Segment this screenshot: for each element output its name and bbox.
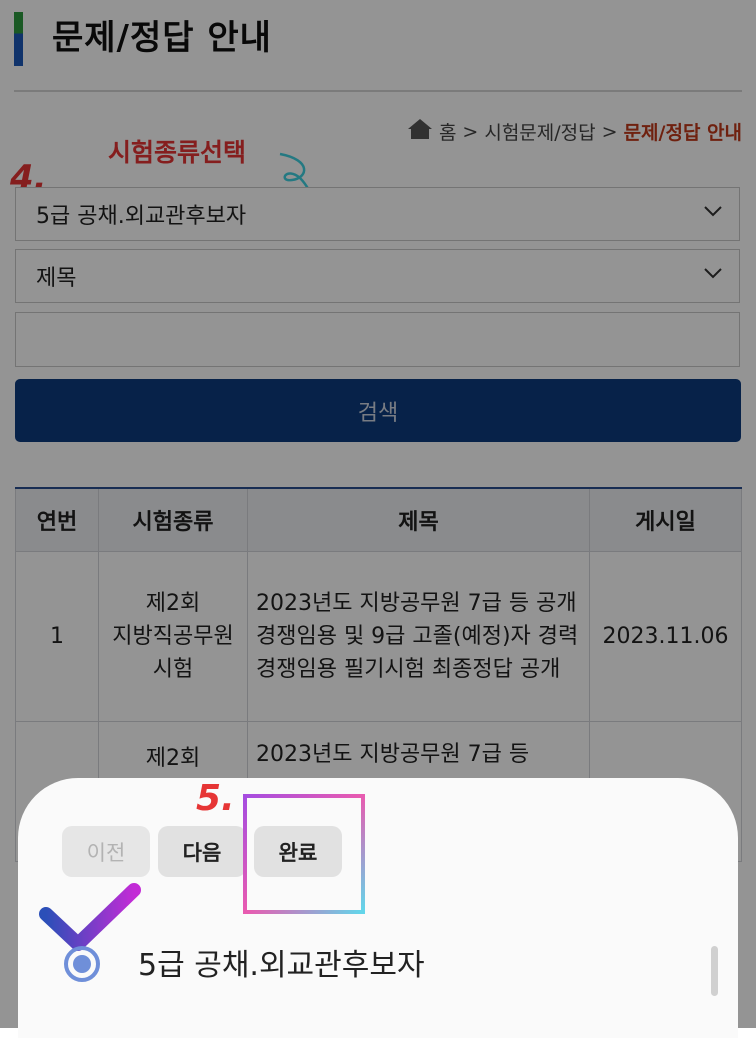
picker-next-button[interactable]: 다음: [158, 826, 246, 877]
annotation-step5-number: 5.: [196, 778, 235, 819]
annotation-highlight-box: [243, 794, 365, 914]
radio-selected-icon[interactable]: [62, 944, 102, 984]
picker-option[interactable]: 5급 공채.외교관후보자: [138, 940, 425, 984]
picker-prev-button[interactable]: 이전: [62, 826, 150, 877]
checkmark-annotation-icon: [39, 883, 141, 951]
picker-scrollbar[interactable]: [711, 946, 718, 996]
